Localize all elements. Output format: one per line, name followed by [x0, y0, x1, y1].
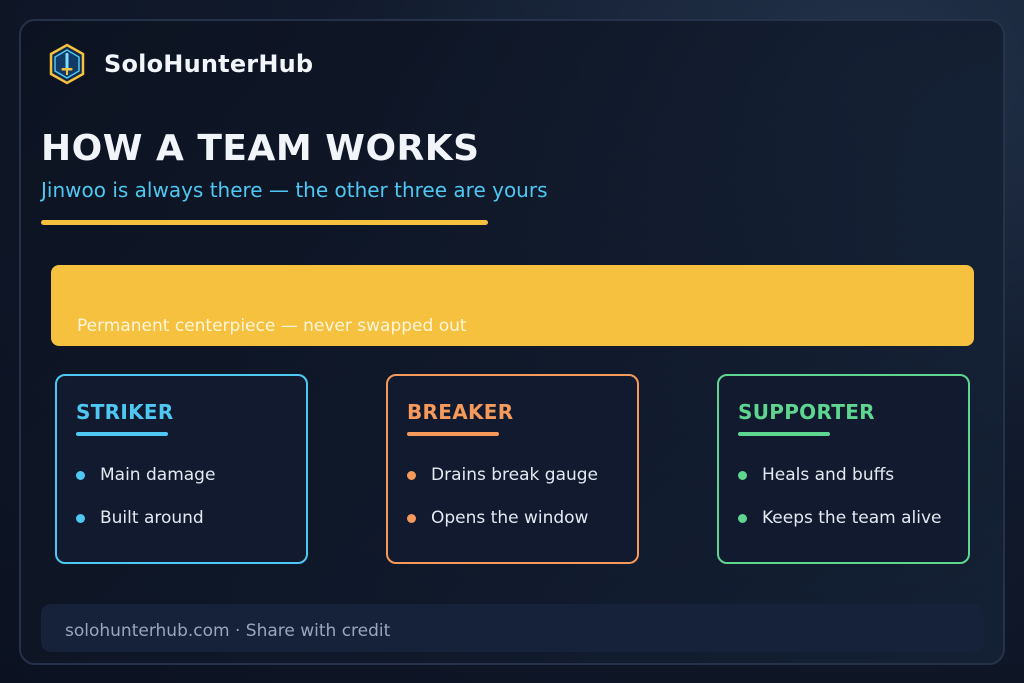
list-item-text: Drains break gauge	[431, 465, 599, 485]
bullet-dot-icon	[76, 470, 85, 480]
jinwoo-banner: Permanent centerpiece — never swapped ou…	[51, 265, 974, 346]
brand-name: SoloHunterHub	[104, 50, 314, 78]
list-item: Main damage	[76, 465, 215, 485]
bullet-dot-icon	[407, 513, 416, 523]
list-item: Opens the window	[407, 508, 588, 528]
list-item: Heals and buffs	[738, 465, 894, 485]
footer-bar: solohunterhub.com · Share with credit	[41, 604, 984, 652]
list-item: Drains break gauge	[407, 465, 598, 485]
role-title: STRIKER	[76, 400, 174, 424]
brand-header: SoloHunterHub	[48, 43, 313, 85]
page-title: HOW A TEAM WORKS	[41, 128, 480, 169]
role-title: BREAKER	[407, 400, 514, 424]
role-title: SUPPORTER	[738, 400, 875, 424]
list-item-text: Heals and buffs	[762, 465, 895, 485]
page-subtitle: Jinwoo is always there — the other three…	[41, 178, 548, 202]
hexagon-sword-icon	[49, 43, 85, 85]
footer-credit: solohunterhub.com · Share with credit	[65, 621, 391, 641]
list-item: Keeps the team alive	[738, 508, 941, 528]
role-underline	[738, 432, 830, 436]
bullet-dot-icon	[738, 513, 747, 523]
list-item-text: Built around	[100, 508, 204, 528]
bullet-dot-icon	[76, 513, 85, 523]
role-card-striker: STRIKER Main damage Built around	[55, 374, 308, 564]
role-underline	[76, 432, 168, 436]
role-underline	[407, 432, 499, 436]
role-card-breaker: BREAKER Drains break gauge Opens the win…	[386, 374, 639, 564]
title-underline	[41, 220, 488, 225]
bullet-dot-icon	[407, 470, 416, 480]
bullet-dot-icon	[738, 470, 747, 480]
list-item: Built around	[76, 508, 204, 528]
banner-text: Permanent centerpiece — never swapped ou…	[77, 316, 467, 336]
role-card-supporter: SUPPORTER Heals and buffs Keeps the team…	[717, 374, 970, 564]
list-item-text: Keeps the team alive	[762, 508, 942, 528]
list-item-text: Opens the window	[431, 508, 589, 528]
list-item-text: Main damage	[100, 465, 216, 485]
